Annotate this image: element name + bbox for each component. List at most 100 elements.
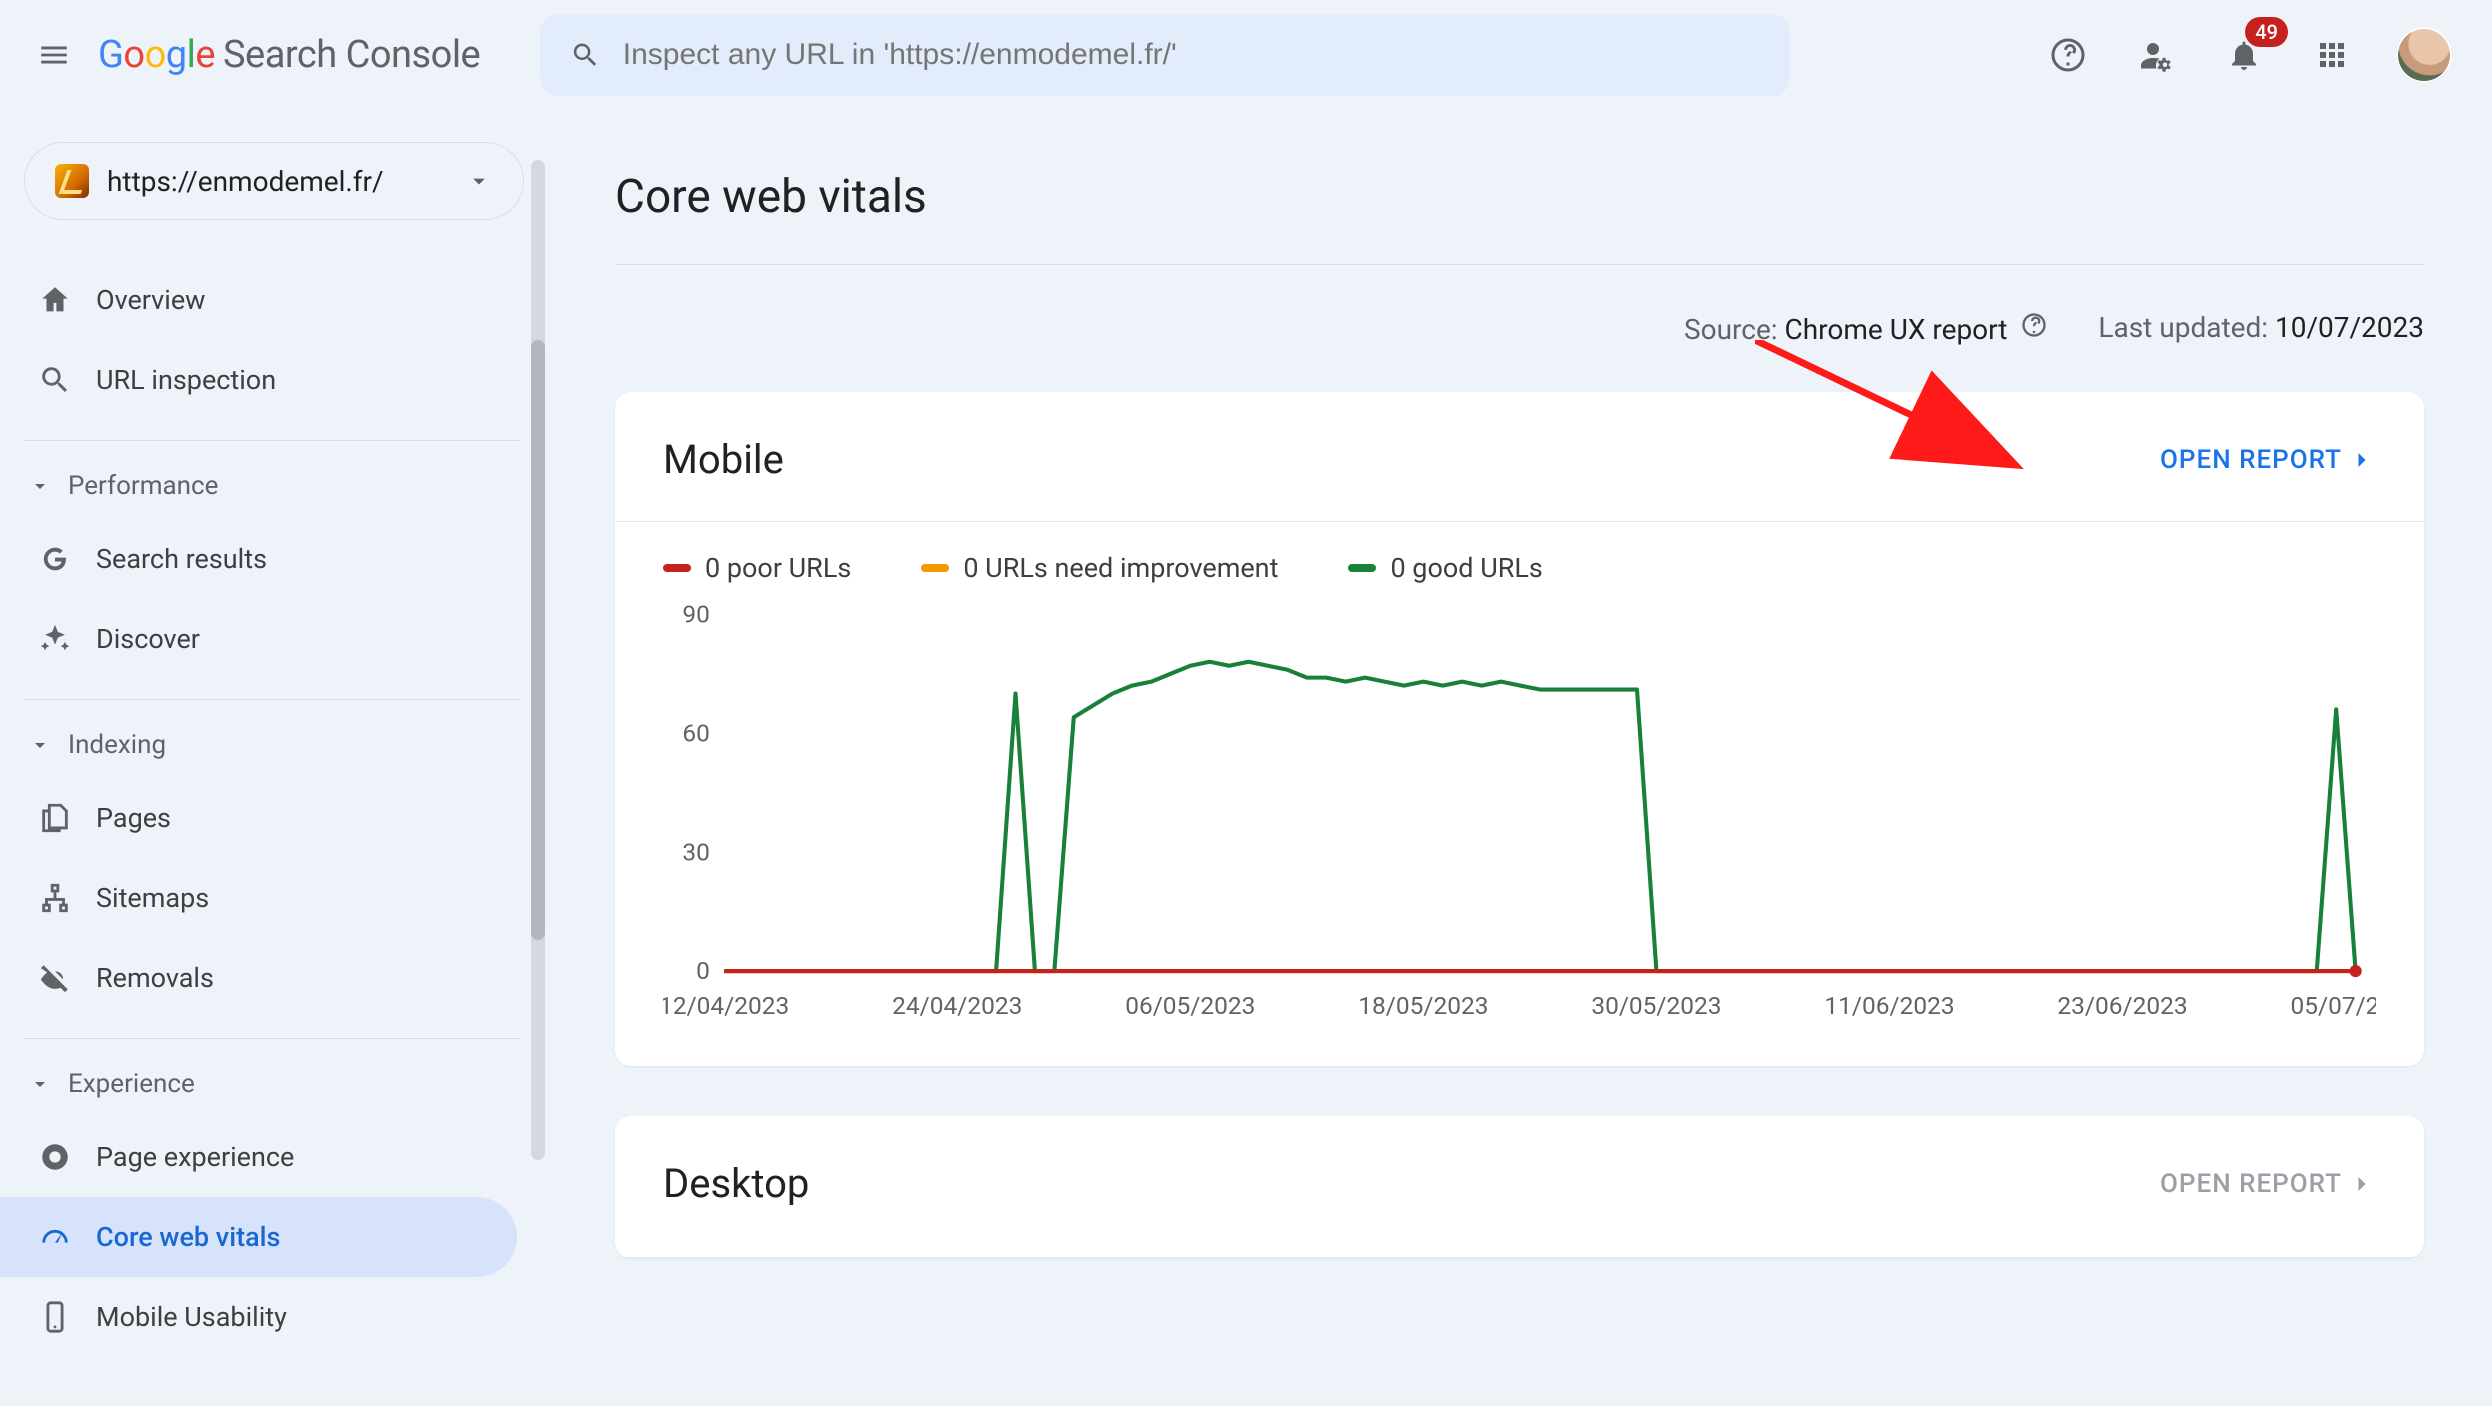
nav-label: Mobile Usability — [96, 1301, 287, 1333]
url-inspect-input[interactable] — [623, 38, 1760, 72]
svg-text:0: 0 — [696, 956, 710, 985]
notifications-button[interactable]: 49 — [2220, 31, 2268, 79]
nav-label: Overview — [96, 284, 205, 316]
google-g-icon — [38, 542, 72, 576]
legend-swatch — [663, 564, 691, 572]
section-experience[interactable]: Experience — [0, 1039, 545, 1117]
mobile-chart: 030609012/04/202324/04/202306/05/202318/… — [615, 594, 2424, 1066]
svg-text:18/05/2023: 18/05/2023 — [1358, 991, 1488, 1020]
report-meta: Source: Chrome UX report Last updated: 1… — [615, 265, 2452, 392]
legend-label: 0 good URLs — [1390, 552, 1542, 584]
svg-text:30: 30 — [682, 837, 710, 866]
section-label: Performance — [68, 471, 218, 501]
nav-label: URL inspection — [96, 364, 276, 396]
chevron-right-icon — [2348, 446, 2376, 474]
nav-page-experience[interactable]: Page experience — [0, 1117, 517, 1197]
source-value: Chrome UX report — [1785, 313, 2008, 346]
discover-icon — [38, 622, 72, 656]
nav-discover[interactable]: Discover — [0, 599, 517, 679]
card-title: Mobile — [663, 436, 784, 483]
smartphone-icon — [38, 1300, 72, 1334]
speedometer-icon — [38, 1220, 72, 1254]
nav-label: Discover — [96, 623, 200, 655]
open-report-mobile[interactable]: OPEN REPORT — [2160, 445, 2376, 475]
section-label: Experience — [68, 1069, 195, 1099]
property-url: https://enmodemel.fr/ — [107, 165, 447, 198]
nav-label: Page experience — [96, 1141, 294, 1173]
legend-label: 0 URLs need improvement — [963, 552, 1278, 584]
sitemap-icon — [38, 881, 72, 915]
section-performance[interactable]: Performance — [0, 441, 545, 519]
property-favicon — [55, 164, 89, 198]
sidebar: https://enmodemel.fr/ Overview URL inspe… — [0, 110, 545, 1406]
nav-url-inspection[interactable]: URL inspection — [0, 340, 517, 420]
svg-text:05/07/2023: 05/07/2023 — [2290, 991, 2376, 1020]
manage-users-button[interactable] — [2132, 31, 2180, 79]
caret-down-icon — [28, 733, 52, 757]
page-title: Core web vitals — [615, 110, 2424, 265]
help-icon — [2050, 37, 2086, 73]
account-avatar[interactable] — [2396, 27, 2452, 83]
search-icon — [38, 363, 72, 397]
google-wordmark: Google — [98, 33, 215, 77]
product-name: Search Console — [223, 33, 480, 77]
legend-needs-improvement: 0 URLs need improvement — [921, 552, 1278, 584]
nav-sitemaps[interactable]: Sitemaps — [0, 858, 517, 938]
svg-text:23/06/2023: 23/06/2023 — [2057, 991, 2187, 1020]
mobile-card: Mobile OPEN REPORT 0 poor URLs 0 URLs ne… — [615, 392, 2424, 1066]
sidebar-scrollbar[interactable] — [531, 160, 545, 1160]
caret-down-icon — [28, 1072, 52, 1096]
updated-value: 10/07/2023 — [2275, 311, 2424, 344]
source-help-button[interactable] — [2020, 311, 2048, 339]
open-report-label: OPEN REPORT — [2160, 445, 2342, 475]
nav-core-web-vitals[interactable]: Core web vitals — [0, 1197, 517, 1277]
menu-button[interactable] — [30, 31, 78, 79]
main-content: Core web vitals Source: Chrome UX report… — [545, 110, 2492, 1406]
top-bar: Google Search Console 49 — [0, 0, 2492, 110]
top-bar-actions: 49 — [2044, 27, 2452, 83]
caret-down-icon — [28, 474, 52, 498]
svg-text:06/05/2023: 06/05/2023 — [1125, 991, 1255, 1020]
pages-icon — [38, 801, 72, 835]
svg-text:30/05/2023: 30/05/2023 — [1591, 991, 1721, 1020]
apps-grid-icon — [2314, 37, 2350, 73]
svg-text:60: 60 — [682, 718, 710, 747]
nav-label: Search results — [96, 543, 267, 575]
chevron-right-icon — [2348, 1170, 2376, 1198]
nav-label: Core web vitals — [96, 1221, 280, 1253]
open-report-desktop[interactable]: OPEN REPORT — [2160, 1169, 2376, 1199]
line-chart: 030609012/04/202324/04/202306/05/202318/… — [663, 604, 2376, 1032]
apps-button[interactable] — [2308, 31, 2356, 79]
nav-pages[interactable]: Pages — [0, 778, 517, 858]
help-icon — [2020, 311, 2048, 339]
nav-mobile-usability[interactable]: Mobile Usability — [0, 1277, 517, 1357]
url-inspect-searchbar[interactable] — [540, 14, 1790, 96]
legend-swatch — [1348, 564, 1376, 572]
legend-label: 0 poor URLs — [705, 552, 851, 584]
caret-down-icon — [465, 167, 493, 195]
legend-good: 0 good URLs — [1348, 552, 1542, 584]
user-settings-icon — [2138, 37, 2174, 73]
property-selector[interactable]: https://enmodemel.fr/ — [24, 142, 524, 220]
card-title: Desktop — [663, 1160, 809, 1207]
help-button[interactable] — [2044, 31, 2092, 79]
chart-legend: 0 poor URLs 0 URLs need improvement 0 go… — [615, 522, 2424, 594]
nav-search-results[interactable]: Search results — [0, 519, 517, 599]
section-indexing[interactable]: Indexing — [0, 700, 545, 778]
home-icon — [38, 283, 72, 317]
search-icon — [570, 39, 601, 71]
updated-label: Last updated: — [2098, 311, 2275, 344]
legend-swatch — [921, 564, 949, 572]
section-label: Indexing — [68, 730, 166, 760]
nav-label: Removals — [96, 962, 214, 994]
nav-label: Sitemaps — [96, 882, 209, 914]
hamburger-icon — [37, 38, 71, 72]
desktop-card: Desktop OPEN REPORT — [615, 1116, 2424, 1258]
product-logo: Google Search Console — [98, 33, 480, 77]
last-updated-info: Last updated: 10/07/2023 — [2098, 311, 2424, 346]
nav-removals[interactable]: Removals — [0, 938, 517, 1018]
legend-poor: 0 poor URLs — [663, 552, 851, 584]
page-experience-icon — [38, 1140, 72, 1174]
nav-overview[interactable]: Overview — [0, 260, 517, 340]
visibility-off-icon — [38, 961, 72, 995]
